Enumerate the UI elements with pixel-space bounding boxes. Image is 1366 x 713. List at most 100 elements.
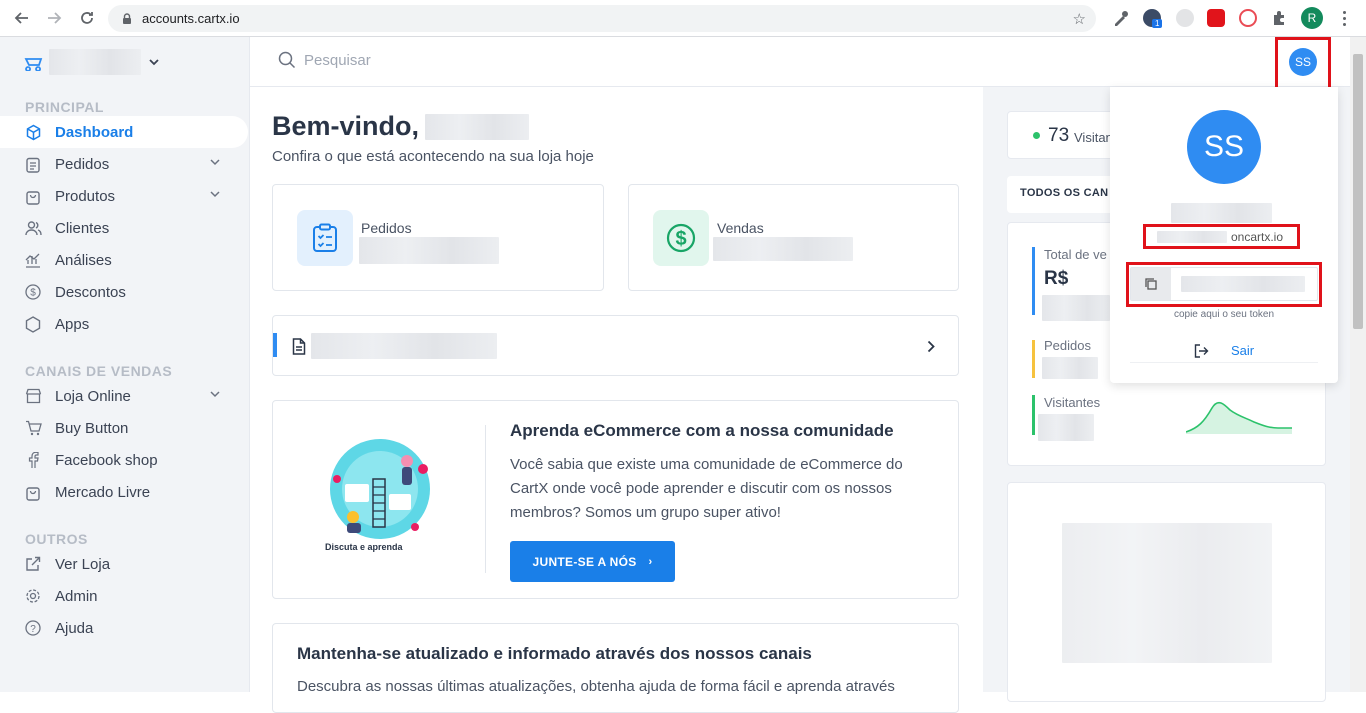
extension-badge-icon[interactable]: 1: [1143, 9, 1163, 28]
sidebar-item-label: Ajuda: [55, 619, 94, 637]
chart-placeholder-card: [1007, 482, 1326, 702]
orders-metric-redacted: [1042, 357, 1098, 379]
gear-icon: [24, 587, 42, 605]
sidebar-item-mercado-livre[interactable]: Mercado Livre: [0, 476, 248, 508]
sidebar-item-label: Produtos: [55, 187, 116, 205]
sidebar-item-analises[interactable]: Análises: [0, 244, 248, 276]
community-description: Você sabia que existe uma comunidade de …: [510, 456, 903, 521]
sidebar-item-apps[interactable]: Apps: [0, 308, 248, 340]
sidebar-item-label: Loja Online: [55, 387, 131, 405]
sales-value-redacted: [713, 237, 853, 261]
external-link-icon: [24, 555, 42, 573]
storefront-icon: [24, 387, 42, 405]
page-title: Bem-vindo,: [272, 111, 530, 142]
store-name-redacted: [49, 49, 141, 75]
sidebar-item-loja-online[interactable]: Loja Online: [0, 380, 248, 412]
chart-redacted: [1062, 523, 1272, 663]
chevron-down-icon: [210, 191, 220, 198]
sidebar-item-dashboard[interactable]: Dashboard: [0, 116, 248, 148]
adblock-extension-icon[interactable]: [1207, 9, 1225, 27]
bookmark-star-icon[interactable]: ☆: [1073, 10, 1086, 28]
chart-icon: [24, 251, 42, 269]
app-header: Pesquisar SS: [250, 37, 1350, 87]
chevron-right-icon[interactable]: [927, 340, 935, 353]
username-redacted: [425, 113, 530, 140]
logout-button[interactable]: Sair: [1194, 343, 1254, 358]
profile-avatar[interactable]: R: [1301, 7, 1323, 29]
orders-value-redacted: [359, 237, 499, 264]
total-accent: [1032, 247, 1035, 315]
lock-icon: [123, 12, 131, 24]
sidebar-item-descontos[interactable]: $ Descontos: [0, 276, 248, 308]
sidebar-item-label: Clientes: [55, 219, 110, 237]
illustration-caption: Discuta e aprenda: [325, 542, 403, 552]
puzzle-extensions-icon[interactable]: [1270, 9, 1288, 27]
section-principal: PRINCIPAL: [25, 99, 104, 115]
sidebar-item-facebook-shop[interactable]: Facebook shop: [0, 444, 248, 476]
sidebar-item-label: Análises: [55, 251, 112, 269]
store-selector[interactable]: [24, 47, 159, 77]
visitors-metric-label: Visitantes: [1044, 395, 1101, 410]
address-bar[interactable]: accounts.cartx.io ☆: [108, 5, 1096, 32]
search-input[interactable]: Pesquisar: [278, 51, 371, 69]
sidebar: PRINCIPAL Dashboard Pedidos Produtos Cli…: [0, 37, 250, 692]
dollar-circle-icon: $: [653, 210, 709, 266]
divider: [485, 425, 486, 573]
chevron-down-icon: [210, 159, 220, 166]
visitors-count: 73: [1048, 125, 1070, 146]
url-text: accounts.cartx.io: [142, 11, 240, 26]
currency-label: R$: [1044, 268, 1069, 289]
clipboard-check-icon: [297, 210, 353, 266]
visitors-accent: [1032, 395, 1035, 435]
orders-stat-label: Pedidos: [361, 220, 412, 236]
welcome-text: Bem-vindo,: [272, 111, 420, 141]
section-canais: CANAIS DE VENDAS: [25, 363, 173, 379]
eyedropper-extension-icon[interactable]: [1112, 9, 1130, 27]
sidebar-item-pedidos[interactable]: Pedidos: [0, 148, 248, 180]
total-value-redacted: [1042, 295, 1110, 321]
sidebar-item-label: Admin: [55, 587, 98, 605]
sidebar-item-ver-loja[interactable]: Ver Loja: [0, 548, 248, 580]
svg-text:?: ?: [30, 624, 36, 635]
forward-icon[interactable]: [43, 7, 65, 29]
scrollbar-thumb[interactable]: [1353, 54, 1363, 329]
reload-icon[interactable]: [76, 7, 98, 29]
notice-accent: [273, 333, 277, 357]
back-icon[interactable]: [11, 7, 33, 29]
document-icon: [292, 338, 306, 355]
sidebar-item-buy-button[interactable]: Buy Button: [0, 412, 248, 444]
main-content: Bem-vindo, Confira o que está acontecend…: [250, 87, 983, 713]
total-sales-label: Total de ve: [1044, 247, 1107, 262]
sidebar-item-label: Dashboard: [55, 123, 134, 141]
sidebar-item-admin[interactable]: Admin: [0, 580, 248, 612]
community-title: Aprenda eCommerce com a nossa comunidade: [510, 421, 894, 440]
community-card: Discuta e aprenda Aprenda eCommerce com …: [272, 400, 959, 599]
cube-icon: [24, 123, 42, 141]
updates-card: Mantenha-se atualizado e informado atrav…: [272, 623, 959, 713]
sidebar-item-label: Apps: [55, 315, 90, 333]
sidebar-item-produtos[interactable]: Produtos: [0, 180, 248, 212]
channels-label: TODOS OS CAN: [1020, 187, 1109, 199]
cart-icon: [24, 419, 42, 437]
gray-extension-icon[interactable]: [1176, 9, 1194, 27]
updates-title: Mantenha-se atualizado e informado atrav…: [297, 644, 812, 663]
orders-metric-label: Pedidos: [1044, 338, 1091, 353]
search-placeholder: Pesquisar: [304, 51, 371, 69]
sidebar-item-ajuda[interactable]: ? Ajuda: [0, 612, 248, 644]
page-scrollbar[interactable]: [1350, 37, 1366, 692]
sales-stat-card[interactable]: $ Vendas: [628, 184, 959, 291]
orders-stat-card[interactable]: Pedidos: [272, 184, 604, 291]
chevron-right-icon: ›: [648, 555, 653, 568]
svg-text:$: $: [675, 228, 686, 250]
chevron-down-icon: [149, 59, 159, 66]
page-subtitle: Confira o que está acontecendo na sua lo…: [272, 148, 594, 165]
visitors-metric-redacted: [1038, 414, 1094, 441]
join-community-button[interactable]: JUNTE-SE A NÓS ›: [510, 541, 675, 582]
highlight-token: [1126, 262, 1322, 307]
sidebar-item-label: Ver Loja: [55, 555, 111, 573]
sidebar-item-clientes[interactable]: Clientes: [0, 212, 248, 244]
help-circle-icon: ?: [24, 619, 42, 637]
swirl-extension-icon[interactable]: [1239, 9, 1257, 27]
notice-bar[interactable]: [272, 315, 959, 376]
kebab-menu-icon[interactable]: [1340, 9, 1348, 27]
